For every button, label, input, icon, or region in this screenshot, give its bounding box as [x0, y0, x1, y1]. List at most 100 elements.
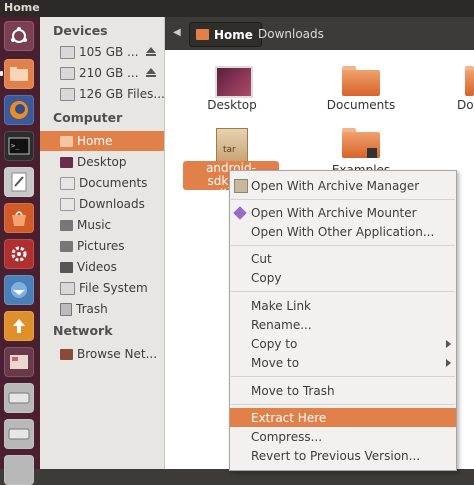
text-editor-icon[interactable] [4, 167, 34, 197]
drive-icon [60, 87, 75, 101]
menu-make-link[interactable]: Make Link [230, 296, 456, 315]
menu-copy-to[interactable]: Copy to [230, 334, 456, 353]
sidebar-item-pictures[interactable]: Pictures [40, 236, 164, 256]
pictures-folder-icon [60, 240, 73, 252]
sidebar-item-desktop[interactable]: Desktop [40, 152, 164, 172]
svg-text:>_: >_ [11, 142, 20, 150]
sidebar-item-label: File System [79, 281, 148, 295]
menu-item-label: Compress... [251, 429, 323, 444]
sidebar-item-file-system[interactable]: File System [40, 278, 164, 298]
drive-icon[interactable] [4, 419, 34, 449]
home-folder-icon [60, 135, 73, 147]
trash-icon [60, 302, 72, 316]
submenu-arrow-icon [446, 339, 451, 348]
menu-rename[interactable]: Rename... [230, 315, 456, 334]
files-launcher-icon[interactable] [4, 59, 34, 89]
menu-item-label: Copy [251, 270, 282, 285]
sidebar-item-home[interactable]: Home [40, 131, 164, 151]
update-manager-icon[interactable] [4, 311, 34, 341]
sidebar-item-device[interactable]: 210 GB ... [40, 63, 164, 83]
sidebar-item-label: 126 GB Files... [79, 87, 164, 101]
sidebar-item-videos[interactable]: Videos [40, 257, 164, 277]
menu-copy[interactable]: Copy [230, 268, 456, 287]
folder-icon [342, 70, 380, 96]
sidebar-item-label: Downloads [79, 197, 145, 211]
workspace-switcher-icon[interactable] [4, 347, 34, 377]
submenu-arrow-icon [446, 358, 451, 367]
menu-item-label: Move to Trash [251, 383, 335, 398]
sidebar-item-label: 105 GB ... [79, 45, 139, 59]
breadcrumb-home-label: Home [214, 27, 253, 42]
menu-item-label: Revert to Previous Version... [251, 448, 421, 463]
sidebar-item-trash[interactable]: Trash [40, 299, 164, 319]
menu-item-label: Open With Other Application... [251, 224, 435, 239]
menu-move-to-trash[interactable]: Move to Trash [230, 381, 456, 400]
menu-item-label: Rename... [251, 317, 312, 332]
unity-launcher: >_ [0, 17, 41, 485]
computer-header: Computer [53, 110, 123, 125]
thunderbird-icon[interactable] [4, 275, 34, 305]
file-label: Documents [326, 98, 396, 112]
menu-move-to[interactable]: Move to [230, 353, 456, 372]
sidebar-item-downloads[interactable]: Downloads [40, 194, 164, 214]
places-sidebar: Devices 105 GB ... 210 GB ... 126 GB Fil… [40, 17, 165, 469]
menu-open-archive-mounter[interactable]: Open With Archive Mounter [230, 203, 456, 222]
menu-open-archive-manager[interactable]: Open With Archive Manager [230, 176, 456, 195]
archive-mounter-icon [233, 205, 247, 220]
top-panel: Home [0, 0, 474, 17]
menu-separator [231, 199, 455, 200]
menu-item-label: Open With Archive Mounter [251, 205, 417, 220]
sidebar-item-label: Videos [77, 260, 117, 274]
sidebar-item-label: 210 GB ... [79, 66, 139, 80]
folder-icon [465, 70, 474, 96]
dash-home-icon[interactable] [4, 21, 34, 51]
menu-cut[interactable]: Cut [230, 249, 456, 268]
software-center-icon[interactable] [4, 203, 34, 233]
breadcrumb-downloads[interactable]: Downloads [258, 27, 324, 41]
system-settings-icon[interactable] [4, 239, 34, 269]
downloads-folder-icon [60, 197, 75, 211]
drive-icon [60, 66, 75, 80]
sidebar-item-music[interactable]: Music [40, 215, 164, 235]
menu-compress[interactable]: Compress... [230, 427, 456, 446]
menu-separator [231, 404, 455, 405]
running-indicator [0, 71, 3, 76]
file-label: Do [457, 98, 474, 112]
terminal-icon[interactable]: >_ [4, 131, 34, 161]
location-bar: ◀ Home Downloads [165, 17, 474, 50]
eject-icon[interactable] [146, 47, 156, 56]
sidebar-item-device[interactable]: 105 GB ... [40, 42, 164, 62]
desktop-icon [60, 156, 73, 168]
sidebar-item-label: Browse Net... [77, 347, 158, 361]
firefox-icon[interactable] [4, 95, 34, 125]
music-folder-icon [60, 219, 73, 231]
drive-icon [60, 45, 75, 59]
menu-item-label: Copy to [251, 336, 298, 351]
archive-type-label: tar [223, 145, 236, 155]
sidebar-item-browse-network[interactable]: Browse Net... [40, 344, 164, 364]
menu-extract-here[interactable]: Extract Here [230, 408, 456, 427]
drive-icon[interactable] [4, 383, 34, 413]
desktop-icon [215, 66, 253, 98]
eject-icon[interactable] [146, 68, 156, 77]
menu-separator [231, 291, 455, 292]
drive-icon[interactable] [4, 455, 34, 485]
sidebar-item-label: Pictures [77, 239, 125, 253]
context-menu: Open With Archive Manager Open With Arch… [229, 170, 457, 471]
sidebar-item-device[interactable]: 126 GB Files... [40, 84, 164, 104]
menu-item-label: Extract Here [251, 410, 327, 425]
menu-item-label: Cut [251, 251, 272, 266]
sidebar-item-label: Trash [76, 302, 108, 316]
menu-item-label: Open With Archive Manager [251, 178, 420, 193]
archive-manager-icon [234, 178, 248, 193]
menu-item-label: Move to [251, 355, 300, 370]
documents-folder-icon [60, 176, 75, 190]
menu-revert-previous-version[interactable]: Revert to Previous Version... [230, 446, 456, 465]
back-arrow-icon[interactable]: ◀ [173, 27, 181, 38]
network-icon [60, 348, 73, 360]
sidebar-item-documents[interactable]: Documents [40, 173, 164, 193]
breadcrumb-home[interactable]: Home [189, 22, 262, 47]
menu-separator [231, 376, 455, 377]
sidebar-item-label: Desktop [77, 155, 127, 169]
menu-open-other-application[interactable]: Open With Other Application... [230, 222, 456, 241]
